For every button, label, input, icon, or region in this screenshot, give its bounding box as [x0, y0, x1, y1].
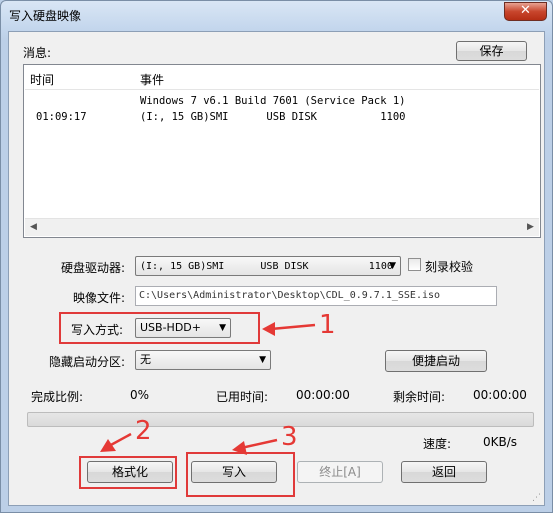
close-button[interactable]: ✕: [504, 2, 547, 21]
title-bar[interactable]: 写入硬盘映像 ✕: [1, 1, 552, 31]
arrow-icon: [100, 432, 132, 452]
annotation-arrows: [100, 322, 316, 455]
resize-grip-icon[interactable]: ⋰: [532, 493, 541, 503]
window-title: 写入硬盘映像: [9, 9, 82, 23]
write-disk-image-dialog: 写入硬盘映像 ✕ 消息: 保存 时间 事件 Windows 7 v6.1 Bui…: [0, 0, 553, 513]
arrow-icon: [262, 322, 316, 336]
dialog-body: 消息: 保存 时间 事件 Windows 7 v6.1 Build 7601 (…: [8, 31, 545, 506]
close-icon: ✕: [520, 3, 531, 18]
arrow-icon: [232, 438, 278, 455]
